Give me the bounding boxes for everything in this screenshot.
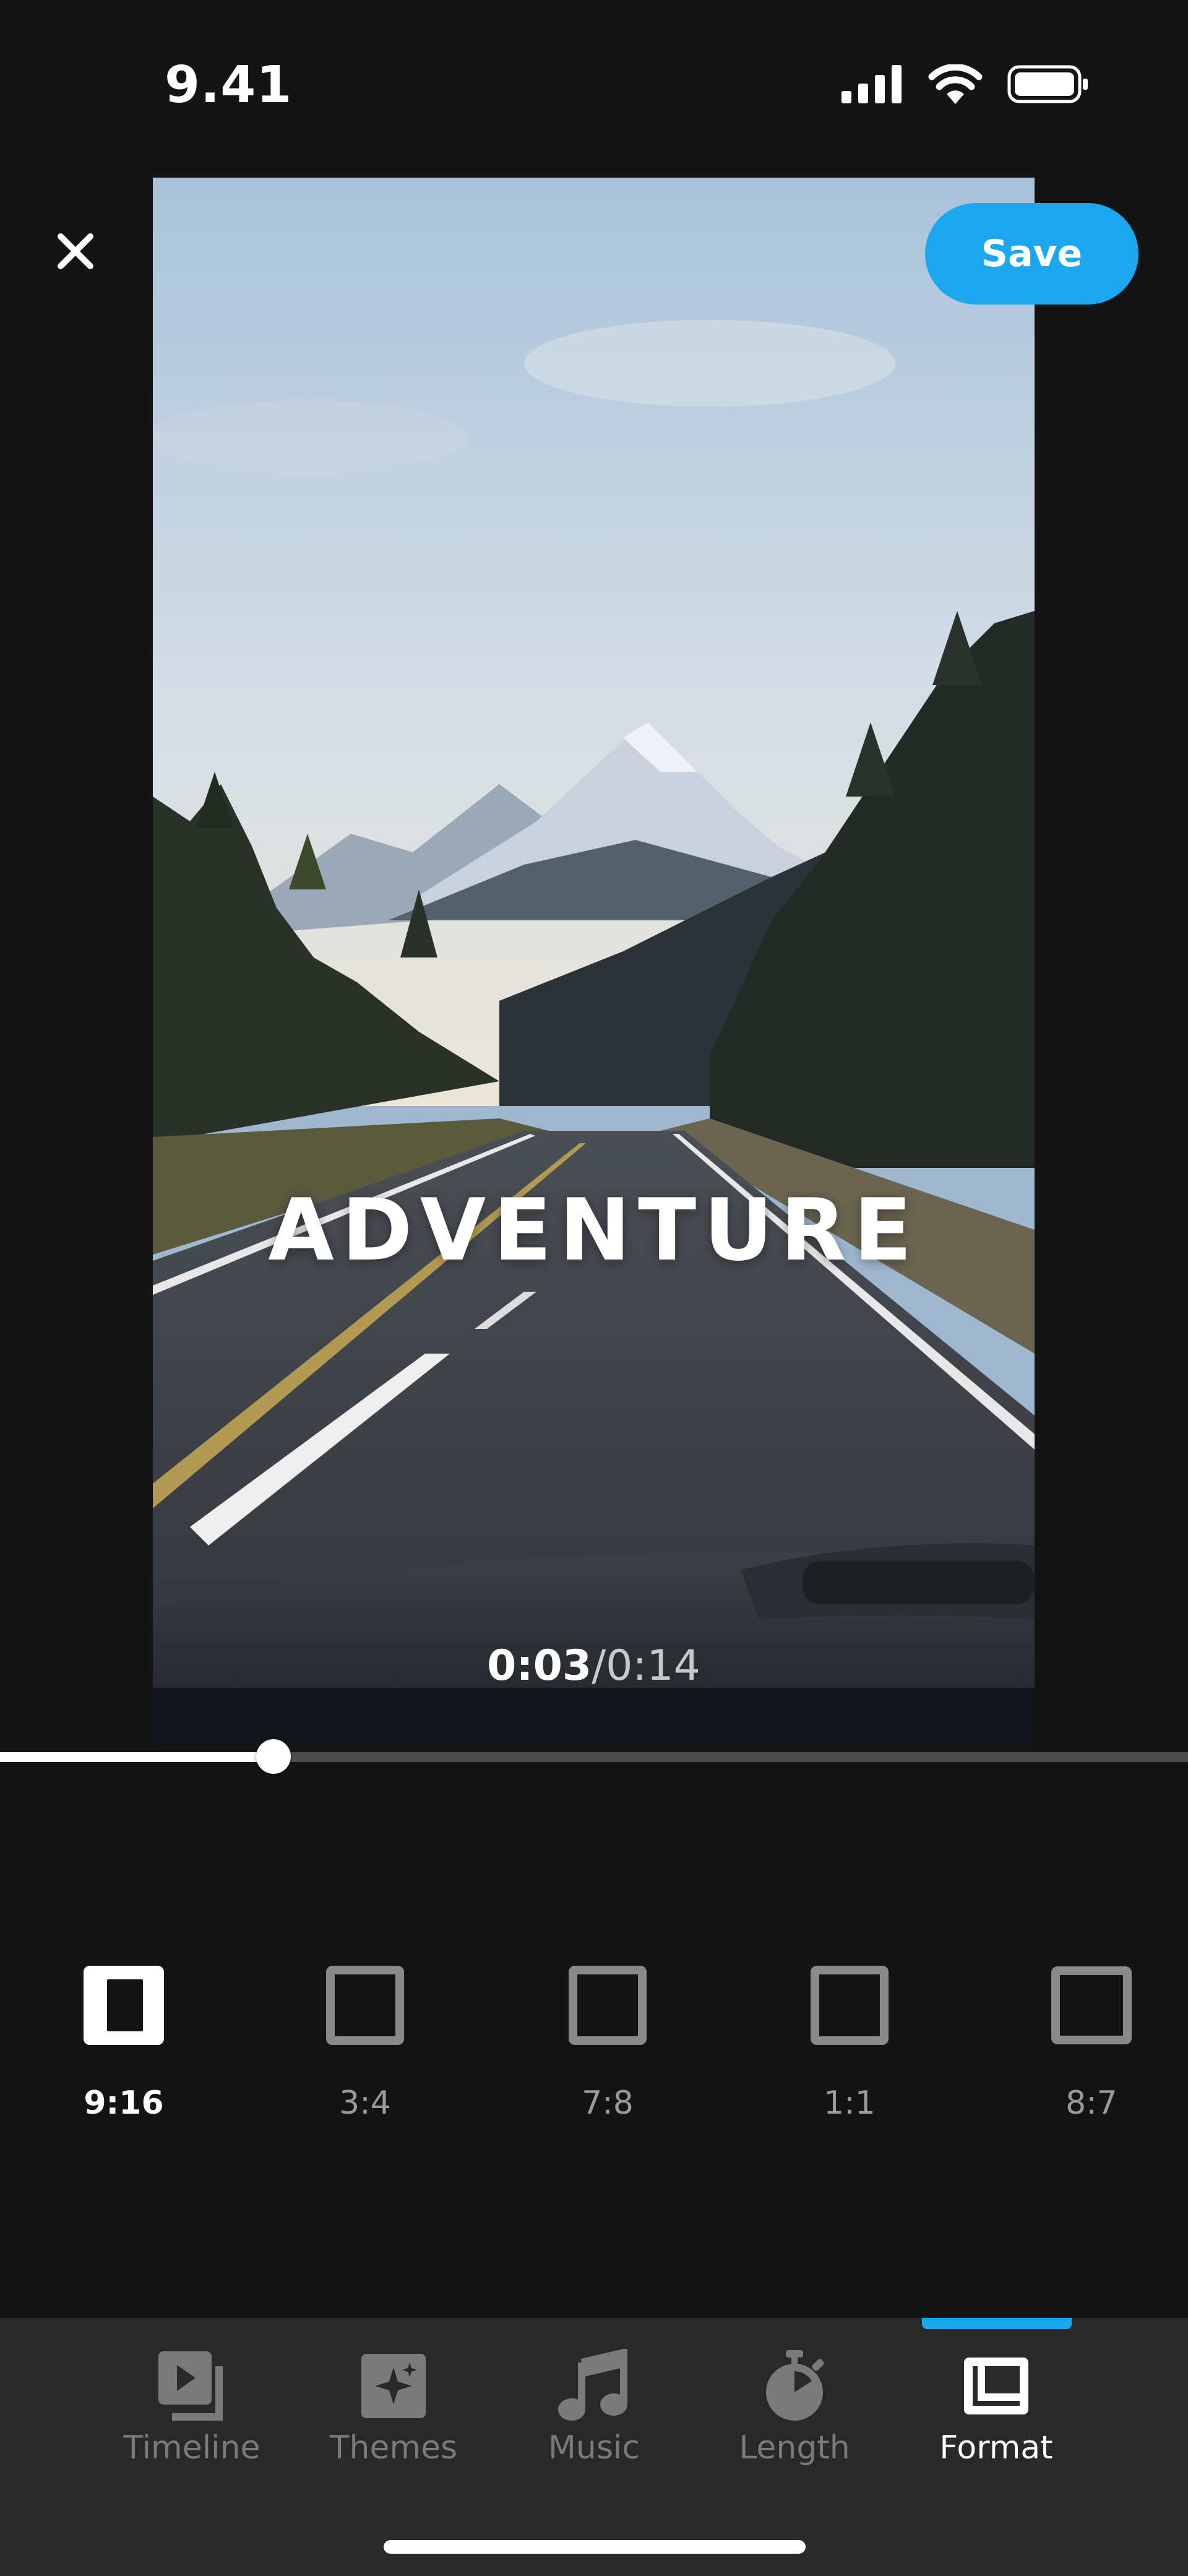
save-button[interactable]: Save <box>925 203 1138 305</box>
timeline-icon <box>158 2351 223 2421</box>
battery-icon <box>1007 65 1088 103</box>
format-label: 3:4 <box>339 2085 391 2122</box>
tab-label: Music <box>548 2429 640 2466</box>
editor-screen: 9.41 ADVENTURE 0:03/0:14 Save 9:16 3:4 7… <box>0 0 1188 2576</box>
total-time: 0:14 <box>606 1641 700 1690</box>
status-icons <box>842 64 1089 104</box>
tab-length[interactable]: Length <box>702 2349 887 2466</box>
format-option-9-16[interactable]: 9:16 <box>37 1962 210 2148</box>
scrubber-handle[interactable] <box>256 1739 291 1774</box>
format-label: 8:7 <box>1065 2085 1117 2122</box>
format-label: 1:1 <box>824 2085 876 2122</box>
aspect-1-1-icon <box>811 1966 889 2045</box>
video-preview[interactable]: ADVENTURE 0:03/0:14 <box>153 178 1035 1747</box>
close-icon <box>58 233 93 269</box>
tab-label: Format <box>939 2429 1053 2466</box>
music-icon <box>558 2349 627 2421</box>
scrubber-progress <box>0 1752 273 1762</box>
format-label: 7:8 <box>582 2085 634 2122</box>
aspect-9-16-icon <box>84 1966 164 2045</box>
format-option-7-8[interactable]: 7:8 <box>521 1962 694 2148</box>
bottom-tab-bar: Timeline Themes Music Length Format <box>0 2318 1188 2576</box>
aspect-3-4-icon <box>326 1966 404 2045</box>
tab-label: Themes <box>329 2429 458 2466</box>
tab-label: Length <box>739 2429 850 2466</box>
timeline-scrubber[interactable] <box>0 1739 1188 1774</box>
cellular-signal-icon <box>842 65 902 103</box>
active-tab-indicator <box>922 2318 1072 2329</box>
video-frame <box>153 178 1035 1747</box>
format-options: 9:16 3:4 7:8 1:1 8:7 <box>0 1962 1188 2148</box>
tab-timeline[interactable]: Timeline <box>99 2349 285 2466</box>
format-icon <box>964 2358 1028 2414</box>
time-separator: / <box>592 1641 606 1690</box>
format-option-3-4[interactable]: 3:4 <box>278 1962 452 2148</box>
overlay-title: ADVENTURE <box>268 1180 919 1280</box>
aspect-7-8-icon <box>569 1966 647 2045</box>
current-time: 0:03 <box>487 1641 592 1690</box>
tab-format[interactable]: Format <box>903 2349 1089 2466</box>
length-icon <box>766 2350 824 2421</box>
close-button[interactable] <box>53 229 98 274</box>
playback-time: 0:03/0:14 <box>153 1641 1035 1690</box>
format-option-1-1[interactable]: 1:1 <box>763 1962 936 2148</box>
format-label: 9:16 <box>84 2085 164 2122</box>
home-indicator <box>384 2540 806 2554</box>
wifi-icon <box>928 64 983 104</box>
tab-label: Timeline <box>123 2429 260 2466</box>
aspect-8-7-icon <box>1051 1966 1132 2044</box>
tab-themes[interactable]: Themes <box>301 2349 486 2466</box>
tab-music[interactable]: Music <box>501 2349 687 2466</box>
themes-icon <box>361 2354 426 2418</box>
format-option-8-7[interactable]: 8:7 <box>1005 1962 1178 2148</box>
status-time: 9.41 <box>165 56 293 115</box>
